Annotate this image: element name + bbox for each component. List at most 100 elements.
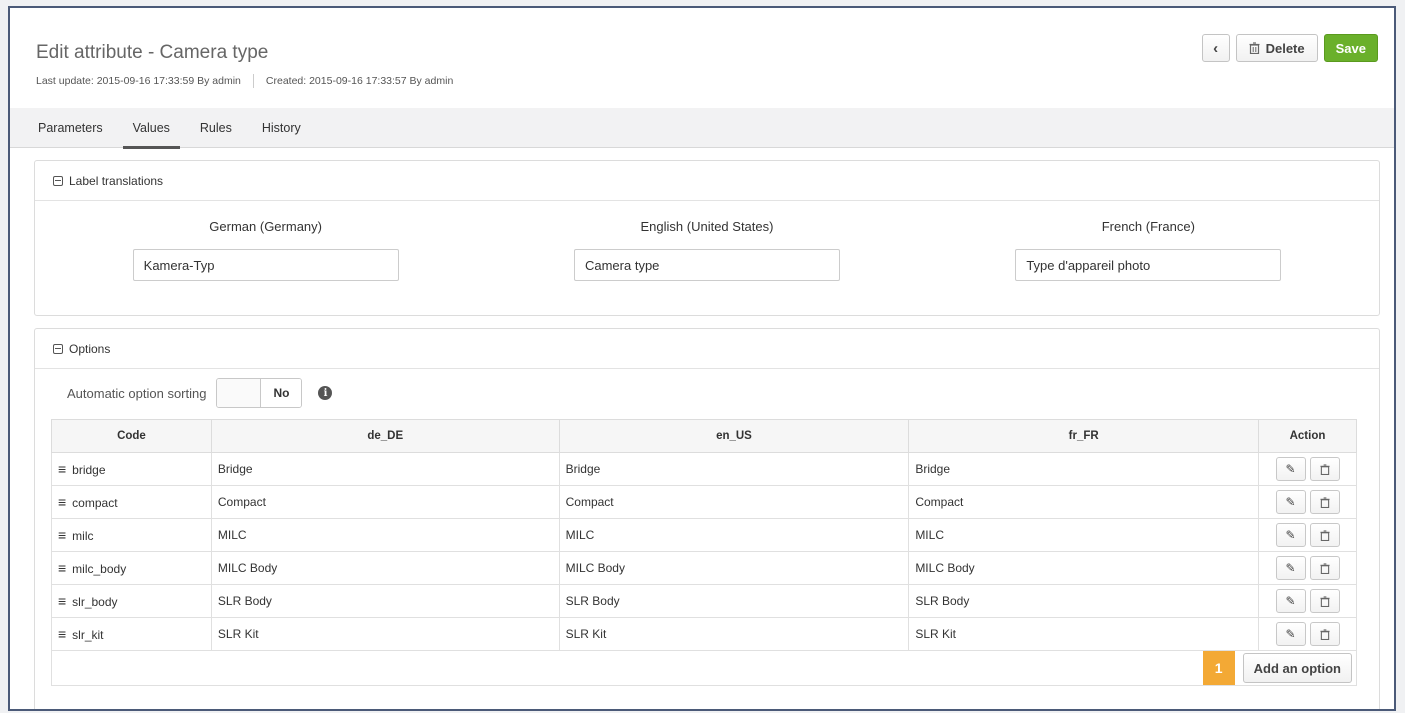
toggle-value: No [261, 379, 302, 407]
options-panel: Options Automatic option sorting No i Co… [34, 328, 1380, 709]
code-text: bridge [72, 463, 106, 477]
table-row: ≡ milc_body MILC Body MILC Body MILC Body… [51, 551, 1357, 585]
code-cell: ≡ slr_kit [51, 617, 212, 651]
tab-bar: Parameters Values Rules History [10, 108, 1394, 149]
code-cell: ≡ compact [51, 485, 212, 519]
de-cell: SLR Kit [210, 617, 560, 651]
fr-cell: SLR Kit [908, 617, 1260, 651]
action-cell: ✎ [1258, 485, 1357, 519]
table-header-row: Code de_DE en_US fr_FR Action [51, 419, 1357, 453]
trash-icon [1319, 529, 1330, 541]
drag-handle-icon[interactable]: ≡ [58, 626, 66, 642]
en-cell: MILC [558, 518, 910, 552]
drag-handle-icon[interactable]: ≡ [58, 494, 66, 510]
en-cell: SLR Body [558, 584, 910, 618]
sorting-label: Automatic option sorting [67, 385, 207, 401]
add-option-wrap: 1 Add an option [58, 651, 1356, 685]
fr-cell: MILC Body [908, 551, 1260, 585]
translation-french: French (France) [948, 201, 1348, 281]
page-header: Edit attribute - Camera type Last update… [10, 8, 1394, 108]
table-row: ≡ slr_kit SLR Kit SLR Kit SLR Kit ✎ [51, 617, 1357, 651]
code-cell: ≡ bridge [51, 452, 212, 486]
column-header-en: en_US [558, 419, 910, 453]
drag-handle-icon[interactable]: ≡ [58, 593, 66, 609]
delete-row-button[interactable] [1309, 457, 1340, 481]
action-cell: ✎ [1258, 584, 1357, 618]
drag-handle-icon[interactable]: ≡ [58, 527, 66, 543]
header-actions: ‹ Delete Save [1201, 34, 1378, 62]
options-title: Options [69, 341, 111, 356]
page-title: Edit attribute - Camera type [36, 42, 269, 63]
column-header-action: Action [1258, 419, 1357, 453]
en-cell: SLR Kit [558, 617, 910, 651]
options-rows: ≡ bridge Bridge Bridge Bridge ✎ ≡ compact … [51, 452, 1357, 686]
sorting-row: Automatic option sorting No i [35, 369, 1379, 417]
code-cell: ≡ milc_body [51, 551, 212, 585]
code-cell: ≡ milc [51, 518, 212, 552]
label-translations-panel: Label translations German (Germany) Engl… [34, 160, 1380, 316]
tab-rules[interactable]: Rules [200, 108, 232, 148]
pencil-icon: ✎ [1285, 495, 1296, 509]
de-cell: SLR Body [210, 584, 560, 618]
edit-button[interactable]: ✎ [1275, 589, 1306, 613]
delete-label: Delete [1265, 40, 1305, 56]
collapse-icon [53, 343, 63, 354]
delete-row-button[interactable] [1309, 622, 1340, 646]
save-button[interactable]: Save [1323, 34, 1378, 62]
options-header[interactable]: Options [35, 329, 1379, 369]
footer-cell: 1 Add an option [51, 650, 1357, 686]
code-text: milc [72, 529, 94, 543]
french-label-input[interactable] [1015, 249, 1282, 281]
add-option-button[interactable]: Add an option [1242, 653, 1352, 683]
delete-row-button[interactable] [1309, 556, 1340, 580]
edit-button[interactable]: ✎ [1275, 490, 1306, 514]
column-header-fr: fr_FR [908, 419, 1260, 453]
app-frame: Edit attribute - Camera type Last update… [8, 6, 1396, 711]
trash-icon [1319, 595, 1330, 607]
column-header-de: de_DE [210, 419, 560, 453]
drag-handle-icon[interactable]: ≡ [58, 461, 66, 477]
action-cell: ✎ [1258, 518, 1357, 552]
en-cell: Compact [558, 485, 910, 519]
german-label-input[interactable] [132, 249, 399, 281]
delete-row-button[interactable] [1309, 523, 1340, 547]
code-text: compact [72, 496, 118, 510]
last-update-text: Last update: 2015-09-16 17:33:59 By admi… [36, 75, 241, 87]
table-footer-row: 1 Add an option [51, 650, 1357, 686]
collapse-icon [53, 175, 63, 186]
fr-cell: MILC [908, 518, 1260, 552]
sorting-toggle[interactable]: No [216, 378, 303, 408]
pencil-icon: ✎ [1285, 627, 1296, 641]
pencil-icon: ✎ [1285, 594, 1296, 608]
delete-button[interactable]: Delete [1235, 34, 1318, 62]
column-header-code: Code [51, 419, 212, 453]
delete-row-button[interactable] [1309, 589, 1340, 613]
tab-parameters[interactable]: Parameters [38, 108, 103, 148]
fr-cell: SLR Body [908, 584, 1260, 618]
edit-button[interactable]: ✎ [1275, 556, 1306, 580]
de-cell: MILC Body [210, 551, 560, 585]
meta-info: Last update: 2015-09-16 17:33:59 By admi… [36, 74, 453, 88]
code-text: milc_body [72, 562, 127, 576]
edit-button[interactable]: ✎ [1275, 523, 1306, 547]
trash-icon [1249, 42, 1260, 54]
tab-history[interactable]: History [262, 108, 301, 148]
options-table: Code de_DE en_US fr_FR Action ≡ bridge Br… [51, 419, 1357, 686]
trash-icon [1319, 628, 1330, 640]
back-button[interactable]: ‹ [1201, 34, 1230, 62]
action-cell: ✎ [1258, 617, 1357, 651]
created-text: Created: 2015-09-16 17:33:57 By admin [265, 75, 454, 87]
edit-button[interactable]: ✎ [1275, 457, 1306, 481]
edit-button[interactable]: ✎ [1275, 622, 1306, 646]
delete-row-button[interactable] [1309, 490, 1340, 514]
code-cell: ≡ slr_body [51, 584, 212, 618]
tab-values[interactable]: Values [122, 108, 181, 149]
label-translations-header[interactable]: Label translations [35, 161, 1379, 201]
fr-cell: Compact [908, 485, 1260, 519]
action-cell: ✎ [1258, 551, 1357, 585]
info-icon[interactable]: i [318, 386, 333, 400]
label-translations-title: Label translations [69, 173, 164, 188]
chevron-left-icon: ‹ [1213, 39, 1219, 57]
english-label-input[interactable] [573, 249, 840, 281]
drag-handle-icon[interactable]: ≡ [58, 560, 66, 576]
